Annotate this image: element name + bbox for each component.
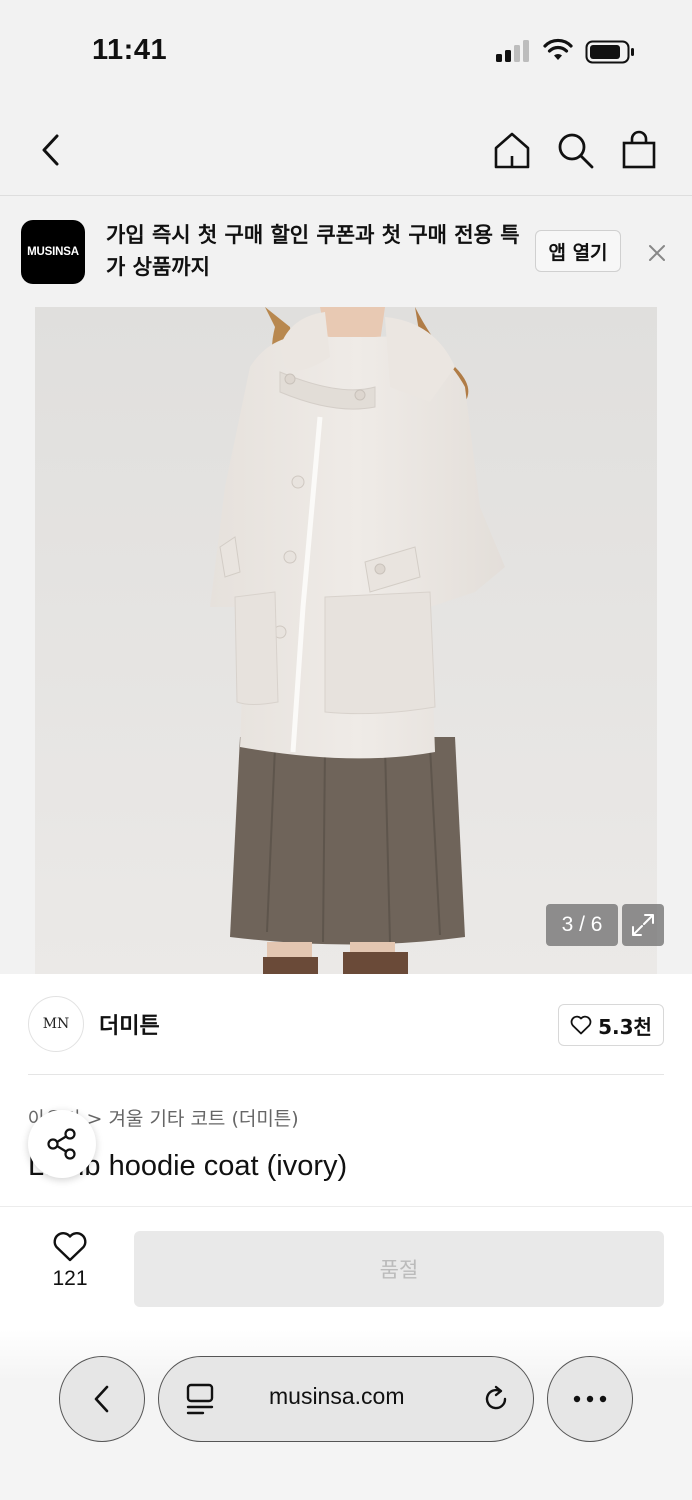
promo-message: 가입 즉시 첫 구매 할인 쿠폰과 첫 구매 전용 특가 상품까지 [106,223,520,279]
open-app-button[interactable]: 앱 열기 [535,230,621,272]
reload-icon[interactable] [481,1384,511,1414]
heart-icon [53,1232,87,1262]
expand-icon [632,914,654,936]
share-icon [47,1128,76,1160]
product-image[interactable] [35,307,657,974]
status-time: 11:41 [92,34,168,66]
search-icon [558,133,594,169]
browser-back-button[interactable] [59,1356,145,1442]
brand-logo[interactable]: MN [28,996,84,1052]
wishlist-button[interactable]: 121 [38,1231,102,1291]
brand-like-count: 5.3천 [598,1014,652,1039]
chevron-left-icon [42,134,59,166]
home-button[interactable] [490,128,534,172]
wifi-icon [543,38,573,60]
chevron-left-icon [94,1385,109,1413]
heart-outline-icon [570,1015,592,1035]
browser-more-button[interactable] [547,1356,633,1442]
search-button[interactable] [553,128,597,172]
share-button[interactable] [28,1110,96,1178]
address-bar[interactable]: musinsa.com [158,1356,534,1442]
product-photo-illustration [35,307,657,974]
brand-name[interactable]: 더미튼 [99,1008,160,1040]
divider [28,1074,664,1075]
top-navigation [0,100,692,196]
status-bar: 11:41 [0,0,692,100]
product-info: MN 더미튼 5.3천 아우터 > 겨울 기타 코트 (더미튼) Lamb ho… [0,974,692,1206]
battery-icon [585,40,634,64]
browser-toolbar: musinsa.com [0,1330,692,1500]
expand-image-button[interactable] [622,904,664,946]
wishlist-count: 121 [52,1267,88,1290]
cart-button[interactable] [617,128,661,172]
sold-out-button[interactable]: 품절 [134,1231,664,1307]
shopping-bag-icon [622,130,656,169]
more-icon [573,1395,607,1403]
cellular-signal-icon [496,40,529,62]
url-text: musinsa.com [269,1383,405,1409]
back-button[interactable] [28,128,72,172]
brand-like-button[interactable]: 5.3천 [558,1004,664,1046]
home-icon [494,132,530,169]
image-counter: 3 / 6 [546,904,618,946]
reader-icon [186,1383,214,1415]
brand-logo-text: MN [42,1016,70,1032]
close-icon[interactable] [641,237,673,269]
app-promo-banner: MUSINSA 가입 즉시 첫 구매 할인 쿠폰과 첫 구매 전용 특가 상품까… [0,197,692,307]
musinsa-logo: MUSINSA [21,220,85,284]
